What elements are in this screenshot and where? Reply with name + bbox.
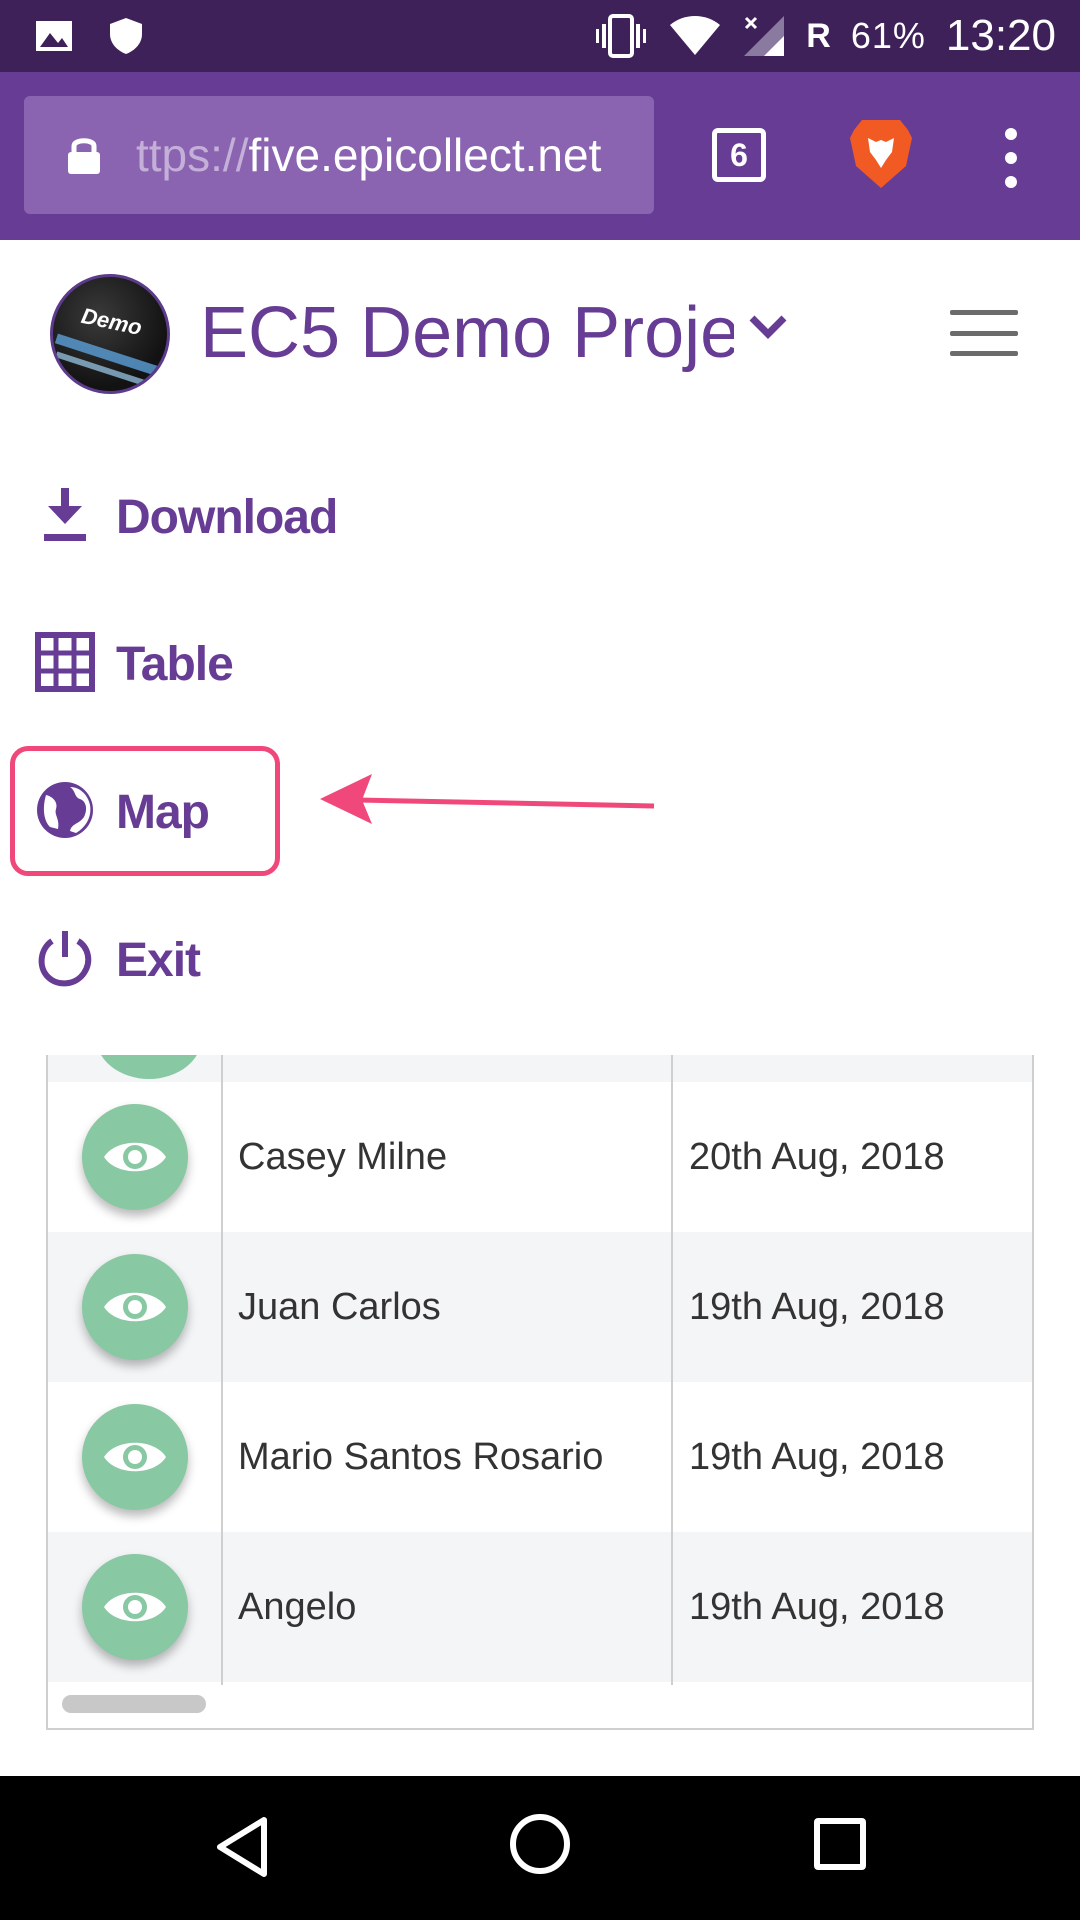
- column-divider: [671, 1055, 673, 1685]
- arrow-annotation-icon: [318, 770, 658, 835]
- table-row-partial: [48, 1055, 1032, 1082]
- brave-lion-icon[interactable]: [848, 118, 914, 195]
- logo-text: Demo: [79, 302, 145, 341]
- view-entry-button[interactable]: [82, 1554, 188, 1660]
- table-row: Casey Milne 20th Aug, 2018: [48, 1082, 1032, 1232]
- chevron-down-icon[interactable]: [746, 312, 790, 347]
- entry-date: 20th Aug, 2018: [689, 1136, 945, 1178]
- view-entry-button[interactable]: [82, 1404, 188, 1510]
- eye-icon: [104, 1442, 166, 1472]
- nav-label-download: Download: [116, 491, 338, 544]
- nav-label-exit: Exit: [116, 934, 201, 987]
- horizontal-scrollbar[interactable]: [62, 1695, 206, 1713]
- url-domain: five.epicollect.net: [248, 129, 602, 181]
- eye-icon: [104, 1592, 166, 1622]
- entry-date: 19th Aug, 2018: [689, 1436, 945, 1478]
- nav-item-exit[interactable]: Exit: [34, 927, 201, 994]
- view-entry-button[interactable]: [96, 1055, 202, 1079]
- app-header: Demo EC5 Demo Project: [0, 240, 1080, 430]
- clock: 13:20: [945, 11, 1056, 60]
- table-row: Angelo 19th Aug, 2018: [48, 1532, 1032, 1682]
- entries-table[interactable]: Casey Milne 20th Aug, 2018 Juan Carlos 1…: [46, 1055, 1034, 1730]
- project-title[interactable]: EC5 Demo Project: [200, 292, 734, 374]
- vibrate-icon: [594, 14, 648, 58]
- carrier-label: R: [806, 16, 831, 55]
- entry-title: Juan Carlos: [238, 1286, 441, 1328]
- image-icon: [34, 19, 74, 53]
- entry-title: Angelo: [238, 1586, 357, 1628]
- eye-icon: [104, 1292, 166, 1322]
- status-bar: R 61% 13:20: [0, 0, 1080, 72]
- back-icon[interactable]: [214, 1816, 270, 1883]
- home-icon[interactable]: [510, 1814, 570, 1874]
- address-bar[interactable]: ttps://five.epicollect.net: [24, 96, 654, 214]
- nav-label-table: Table: [116, 638, 234, 691]
- project-logo[interactable]: Demo: [50, 274, 170, 394]
- column-divider: [221, 1055, 223, 1685]
- table-row: Juan Carlos 19th Aug, 2018: [48, 1232, 1032, 1382]
- recent-apps-icon[interactable]: [814, 1818, 866, 1870]
- signal-icon: [742, 14, 786, 58]
- battery-level: 61%: [850, 15, 926, 56]
- hamburger-menu-icon[interactable]: [950, 310, 1018, 356]
- nav-item-download[interactable]: Download: [34, 484, 338, 551]
- tab-switcher-button[interactable]: 6: [712, 128, 766, 182]
- grid-icon: [34, 631, 96, 698]
- entry-title: Casey Milne: [238, 1136, 448, 1178]
- view-entry-button[interactable]: [82, 1104, 188, 1210]
- url-prefix: ttps://: [136, 129, 249, 181]
- table-row: Mario Santos Rosario 19th Aug, 2018: [48, 1382, 1032, 1532]
- nav-label-map: Map: [116, 786, 210, 839]
- eye-icon: [104, 1142, 166, 1172]
- more-vert-icon[interactable]: [996, 128, 1026, 188]
- wifi-icon: [668, 15, 722, 57]
- nav-item-table[interactable]: Table: [34, 631, 234, 698]
- entry-title: Mario Santos Rosario: [238, 1436, 604, 1478]
- globe-icon: [34, 779, 96, 846]
- nav-item-map[interactable]: Map: [34, 779, 210, 846]
- shield-icon: [108, 16, 144, 56]
- url-text[interactable]: ttps://five.epicollect.net: [136, 128, 601, 182]
- entry-date: 19th Aug, 2018: [689, 1586, 945, 1628]
- android-nav-bar: [0, 1776, 1080, 1920]
- power-icon: [34, 927, 96, 994]
- entry-date: 19th Aug, 2018: [689, 1286, 945, 1328]
- download-icon: [34, 484, 96, 551]
- lock-icon: [66, 134, 102, 176]
- view-entry-button[interactable]: [82, 1254, 188, 1360]
- browser-toolbar: ttps://five.epicollect.net 6: [0, 72, 1080, 240]
- nav-menu: Download Table Map Exit: [0, 430, 1080, 1055]
